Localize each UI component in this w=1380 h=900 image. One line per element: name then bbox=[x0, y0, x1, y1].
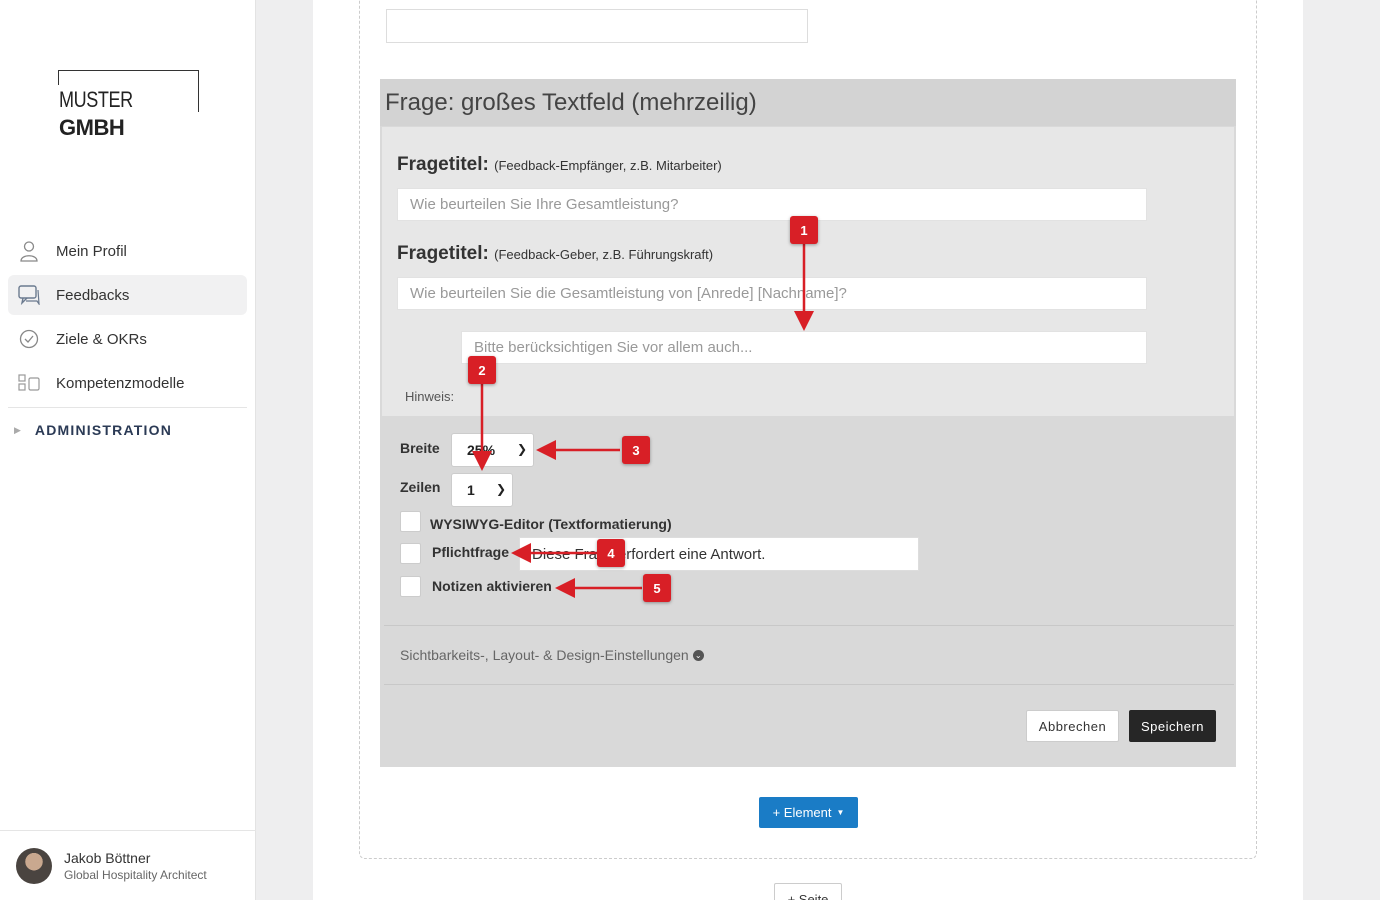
notes-label: Notizen aktivieren bbox=[432, 578, 552, 594]
check-circle-icon bbox=[18, 328, 40, 350]
chat-icon bbox=[18, 284, 40, 306]
sidebar-item-label: Ziele & OKRs bbox=[56, 330, 147, 348]
admin-label: ADMINISTRATION bbox=[34, 422, 173, 438]
user-icon bbox=[18, 240, 40, 262]
rows-select[interactable]: 1 ❯ bbox=[451, 473, 513, 507]
question-title-recipient-input[interactable]: Wie beurteilen Sie Ihre Gesamtleistung? bbox=[397, 188, 1147, 221]
chevron-circle-down-icon: ⌄ bbox=[692, 649, 704, 661]
notes-checkbox[interactable] bbox=[400, 576, 421, 597]
settings-link-label: Sichtbarkeits-, Layout- & Design-Einstel… bbox=[400, 647, 689, 663]
user-profile[interactable]: Jakob Böttner Global Hospitality Archite… bbox=[0, 830, 256, 900]
question-title-label: Fragetitel: bbox=[397, 154, 489, 175]
chevron-down-icon: ❯ bbox=[495, 482, 506, 496]
sidebar-item-ziele-okrs[interactable]: Ziele & OKRs bbox=[8, 319, 247, 359]
card-title: Frage: großes Textfeld (mehrzeilig) bbox=[385, 88, 757, 116]
required-checkbox[interactable] bbox=[400, 543, 421, 564]
annotation-badge-5: 5 bbox=[643, 574, 671, 602]
chevron-down-icon: ❯ bbox=[516, 442, 527, 456]
avatar bbox=[16, 847, 52, 884]
add-element-label: + Element bbox=[772, 805, 832, 820]
sidebar-item-label: Mein Profil bbox=[56, 242, 127, 260]
add-element-button[interactable]: + Element ▼ bbox=[759, 797, 858, 828]
card-header: Frage: großes Textfeld (mehrzeilig) bbox=[380, 79, 1236, 126]
wysiwyg-label: WYSIWYG-Editor (Textformatierung) bbox=[430, 516, 672, 532]
cancel-button[interactable]: Abbrechen bbox=[1026, 710, 1119, 742]
previous-element-input[interactable] bbox=[386, 9, 808, 43]
sidebar: MUSTER GMBH Mein Profil Feedbacks Ziele &… bbox=[0, 0, 256, 900]
sidebar-item-kompetenzmodelle[interactable]: Kompetenzmodelle bbox=[8, 363, 247, 403]
question-titles-section: Fragetitel: (Feedback-Empfänger, z.B. Mi… bbox=[382, 127, 1234, 416]
user-name: Jakob Böttner bbox=[64, 849, 151, 866]
annotation-badge-3: 3 bbox=[622, 436, 650, 464]
add-page-button[interactable]: + Seite bbox=[774, 883, 842, 900]
sidebar-item-label: Kompetenzmodelle bbox=[56, 374, 185, 392]
question-editor-card: Frage: großes Textfeld (mehrzeilig) Frag… bbox=[380, 79, 1236, 767]
user-role: Global Hospitality Architect bbox=[64, 867, 207, 882]
question-title-giver-input[interactable]: Wie beurteilen Sie die Gesamtleistung vo… bbox=[397, 277, 1147, 310]
question-title-sublabel: (Feedback-Geber, z.B. Führungskraft) bbox=[494, 247, 714, 262]
rows-select-value: 1 bbox=[467, 482, 475, 498]
company-logo[interactable]: MUSTER GMBH bbox=[58, 70, 199, 142]
sidebar-item-label: Feedbacks bbox=[56, 286, 130, 304]
sidebar-item-feedbacks[interactable]: Feedbacks bbox=[8, 275, 247, 315]
divider bbox=[384, 684, 1234, 685]
divider bbox=[384, 625, 1234, 626]
blocks-icon bbox=[18, 372, 40, 394]
sidebar-item-mein-profil[interactable]: Mein Profil bbox=[8, 231, 247, 271]
question-title-sublabel: (Feedback-Empfänger, z.B. Mitarbeiter) bbox=[494, 158, 722, 173]
annotation-badge-2: 2 bbox=[468, 356, 496, 384]
width-label: Breite bbox=[400, 440, 440, 456]
annotation-badge-1: 1 bbox=[790, 216, 818, 244]
wysiwyg-checkbox[interactable] bbox=[400, 511, 421, 532]
required-message-input[interactable]: Diese Frage erfordert eine Antwort. bbox=[519, 537, 919, 571]
question-title-label-giver: Fragetitel: (Feedback-Geber, z.B. Führun… bbox=[397, 243, 713, 265]
required-label: Pflichtfrage bbox=[432, 544, 510, 560]
rows-label: Zeilen bbox=[400, 479, 441, 495]
width-select[interactable]: 25% ❯ bbox=[451, 433, 534, 467]
hint-label: Hinweis: bbox=[405, 389, 455, 404]
sidebar-nav: Mein Profil Feedbacks Ziele & OKRs Kompe… bbox=[8, 231, 247, 452]
annotation-badge-4: 4 bbox=[597, 539, 625, 567]
width-select-value: 25% bbox=[467, 442, 496, 458]
logo-part1: MUSTER bbox=[59, 87, 133, 112]
caret-right-icon: ▶ bbox=[14, 424, 21, 435]
question-title-label: Fragetitel: bbox=[397, 243, 489, 264]
caret-down-icon: ▼ bbox=[836, 808, 845, 817]
hint-input[interactable]: Bitte berücksichtigen Sie vor allem auch… bbox=[461, 331, 1147, 364]
sidebar-item-administration[interactable]: ▶ ADMINISTRATION bbox=[8, 408, 247, 452]
logo-part2: GMBH bbox=[59, 115, 125, 140]
settings-toggle-link[interactable]: Sichtbarkeits-, Layout- & Design-Einstel… bbox=[400, 647, 704, 663]
question-title-label-recipient: Fragetitel: (Feedback-Empfänger, z.B. Mi… bbox=[397, 154, 722, 176]
save-button[interactable]: Speichern bbox=[1129, 710, 1216, 742]
